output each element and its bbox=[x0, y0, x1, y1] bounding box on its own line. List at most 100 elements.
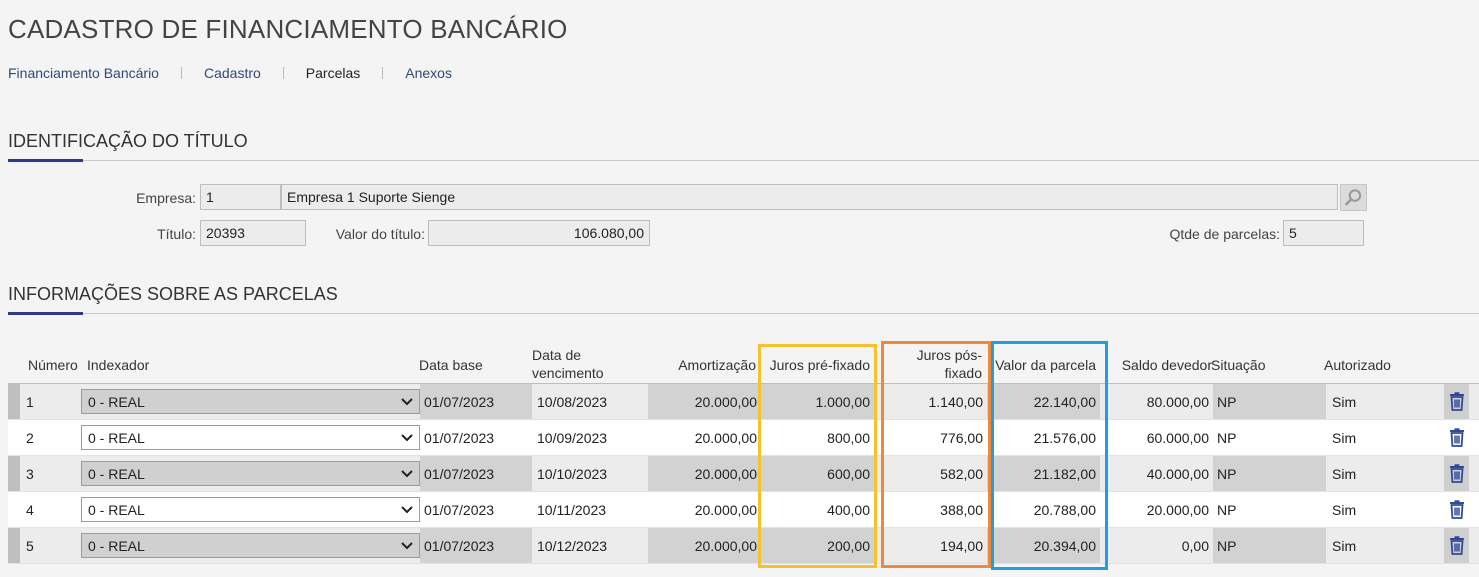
col-header-amortizacao[interactable]: Amortização bbox=[656, 356, 756, 374]
indexador-value: 0 - REAL bbox=[88, 465, 145, 482]
tab-separator bbox=[382, 67, 384, 79]
table-body: 10 - REAL 01/07/2023 10/08/2023 20.000,00 1.… bbox=[8, 384, 1479, 564]
tab-cadastro[interactable]: Cadastro bbox=[204, 65, 261, 81]
cell-data-base: 01/07/2023 bbox=[420, 528, 532, 563]
cell-situacao: NP bbox=[1213, 384, 1326, 419]
table-row[interactable]: 2 0 - REAL 01/07/2023 10/09/2023 20.000,00 80… bbox=[8, 420, 1479, 456]
empresa-code-field[interactable]: 1 bbox=[200, 184, 281, 210]
chevron-down-icon bbox=[401, 469, 413, 477]
trash-icon bbox=[1449, 428, 1464, 447]
col-header-numero[interactable]: Número bbox=[28, 356, 78, 374]
col-header-juros-pos[interactable]: Juros pós-fixado bbox=[898, 346, 982, 382]
valor-titulo-label: Valor do título: bbox=[335, 226, 425, 242]
col-header-juros-pre[interactable]: Juros pré-fixado bbox=[758, 356, 870, 374]
section-divider bbox=[8, 160, 1479, 161]
col-header-indexador[interactable]: Indexador bbox=[87, 356, 149, 374]
delete-row-button[interactable] bbox=[1444, 528, 1469, 563]
cell-valor-parcela: 22.140,00 bbox=[987, 384, 1100, 419]
cell-amortizacao: 20.000,00 bbox=[648, 528, 761, 563]
cell-data-base: 01/07/2023 bbox=[420, 384, 532, 419]
indexador-select[interactable]: 0 - REAL bbox=[81, 425, 420, 450]
cell-data-vencimento: 10/10/2023 bbox=[537, 465, 608, 482]
titulo-field[interactable]: 20393 bbox=[200, 220, 306, 246]
indexador-value: 0 - REAL bbox=[88, 501, 145, 518]
cell-juros-pre: 1.000,00 bbox=[761, 384, 874, 419]
search-icon bbox=[1345, 189, 1362, 206]
indexador-value: 0 - REAL bbox=[88, 537, 145, 554]
trash-icon bbox=[1449, 392, 1464, 411]
col-header-data-base[interactable]: Data base bbox=[419, 356, 483, 374]
cell-juros-pos: 1.140,00 bbox=[928, 393, 984, 410]
tab-separator bbox=[180, 67, 182, 79]
cell-amortizacao: 20.000,00 bbox=[694, 501, 757, 518]
cell-saldo-devedor: 40.000,00 bbox=[1146, 465, 1209, 482]
cell-data-vencimento: 10/11/2023 bbox=[537, 501, 607, 518]
empresa-name-field[interactable]: Empresa 1 Suporte Sienge bbox=[281, 184, 1338, 210]
cell-amortizacao: 20.000,00 bbox=[648, 456, 761, 491]
cell-amortizacao: 20.000,00 bbox=[648, 384, 761, 419]
row-marker bbox=[8, 456, 20, 491]
col-header-data-vencimento[interactable]: Data de vencimento bbox=[532, 346, 632, 382]
cell-data-base: 01/07/2023 bbox=[424, 501, 495, 518]
delete-row-button[interactable] bbox=[1444, 456, 1469, 491]
cell-autorizado: Sim bbox=[1332, 501, 1357, 518]
tab-anexos[interactable]: Anexos bbox=[405, 65, 452, 81]
parcelas-table: Número Indexador Data base Data de venci… bbox=[8, 340, 1479, 564]
indexador-select[interactable]: 0 - REAL bbox=[81, 497, 420, 522]
empresa-search-button[interactable] bbox=[1340, 184, 1367, 211]
cell-numero: 3 bbox=[26, 465, 34, 482]
cell-juros-pos: 194,00 bbox=[940, 537, 983, 554]
cell-saldo-devedor: 80.000,00 bbox=[1146, 393, 1209, 410]
cell-situacao: NP bbox=[1217, 429, 1237, 446]
delete-row-button[interactable] bbox=[1444, 384, 1469, 419]
qtde-parcelas-label: Qtde de parcelas: bbox=[1169, 226, 1280, 242]
indexador-select[interactable]: 0 - REAL bbox=[81, 389, 420, 414]
col-header-situacao[interactable]: Situação bbox=[1211, 356, 1265, 374]
cell-data-vencimento: 10/12/2023 bbox=[537, 537, 608, 554]
cell-valor-parcela: 20.394,00 bbox=[987, 528, 1100, 563]
indexador-value: 0 - REAL bbox=[88, 429, 145, 446]
cell-autorizado: Sim bbox=[1332, 537, 1357, 554]
titulo-label: Título: bbox=[157, 226, 196, 242]
tab-separator bbox=[282, 67, 284, 79]
cell-data-vencimento: 10/09/2023 bbox=[537, 429, 608, 446]
valor-titulo-field[interactable]: 106.080,00 bbox=[428, 220, 650, 246]
table-row[interactable]: 4 0 - REAL 01/07/2023 10/11/2023 20.000,00 40… bbox=[8, 492, 1479, 528]
indexador-select[interactable]: 0 - REAL bbox=[81, 461, 420, 486]
chevron-down-icon bbox=[401, 433, 413, 441]
cell-autorizado: Sim bbox=[1332, 429, 1357, 446]
section-title-identificacao: IDENTIFICAÇÃO DO TÍTULO bbox=[8, 131, 248, 151]
cell-juros-pre: 800,00 bbox=[827, 429, 870, 446]
row-marker bbox=[8, 528, 20, 563]
delete-row-button[interactable] bbox=[1444, 492, 1469, 527]
cell-juros-pos: 582,00 bbox=[940, 465, 983, 482]
cell-juros-pre: 200,00 bbox=[761, 528, 874, 563]
cell-numero: 5 bbox=[26, 537, 34, 554]
table-row[interactable]: 3 0 - REAL 01/07/2023 10/10/2023 20.000,00 60… bbox=[8, 456, 1479, 492]
page-title: CADASTRO DE FINANCIAMENTO BANCÁRIO bbox=[8, 14, 568, 44]
table-row[interactable]: 50 - REAL 01/07/2023 10/12/2023 20.000,00 20… bbox=[8, 528, 1479, 564]
cell-juros-pre: 600,00 bbox=[761, 456, 874, 491]
cell-numero: 2 bbox=[26, 429, 34, 446]
delete-row-button[interactable] bbox=[1444, 420, 1469, 455]
cell-saldo-devedor: 20.000,00 bbox=[1146, 501, 1209, 518]
qtde-parcelas-field[interactable]: 5 bbox=[1283, 220, 1364, 246]
indexador-select[interactable]: 0 - REAL bbox=[81, 533, 420, 558]
section-title-parcelas: INFORMAÇÕES SOBRE AS PARCELAS bbox=[8, 284, 338, 304]
tab-financiamento-bancario[interactable]: Financiamento Bancário bbox=[8, 65, 159, 81]
table-row[interactable]: 10 - REAL 01/07/2023 10/08/2023 20.000,00 1.… bbox=[8, 384, 1479, 420]
indexador-value: 0 - REAL bbox=[88, 393, 145, 410]
cell-juros-pos: 388,00 bbox=[940, 501, 983, 518]
row-marker bbox=[8, 384, 20, 419]
chevron-down-icon bbox=[401, 505, 413, 513]
col-header-autorizado[interactable]: Autorizado bbox=[1324, 356, 1391, 374]
empresa-label: Empresa: bbox=[136, 190, 196, 206]
cell-valor-parcela: 21.576,00 bbox=[1033, 429, 1096, 446]
cell-saldo-devedor: 0,00 bbox=[1181, 537, 1209, 554]
cell-situacao: NP bbox=[1217, 501, 1237, 518]
col-header-saldo-devedor[interactable]: Saldo devedor bbox=[1100, 356, 1212, 374]
tab-parcelas[interactable]: Parcelas bbox=[306, 65, 360, 81]
tab-bar: Financiamento Bancário Cadastro Parcelas… bbox=[8, 65, 452, 81]
col-header-valor-parcela[interactable]: Valor da parcela bbox=[984, 356, 1096, 374]
section-divider bbox=[8, 313, 1479, 314]
